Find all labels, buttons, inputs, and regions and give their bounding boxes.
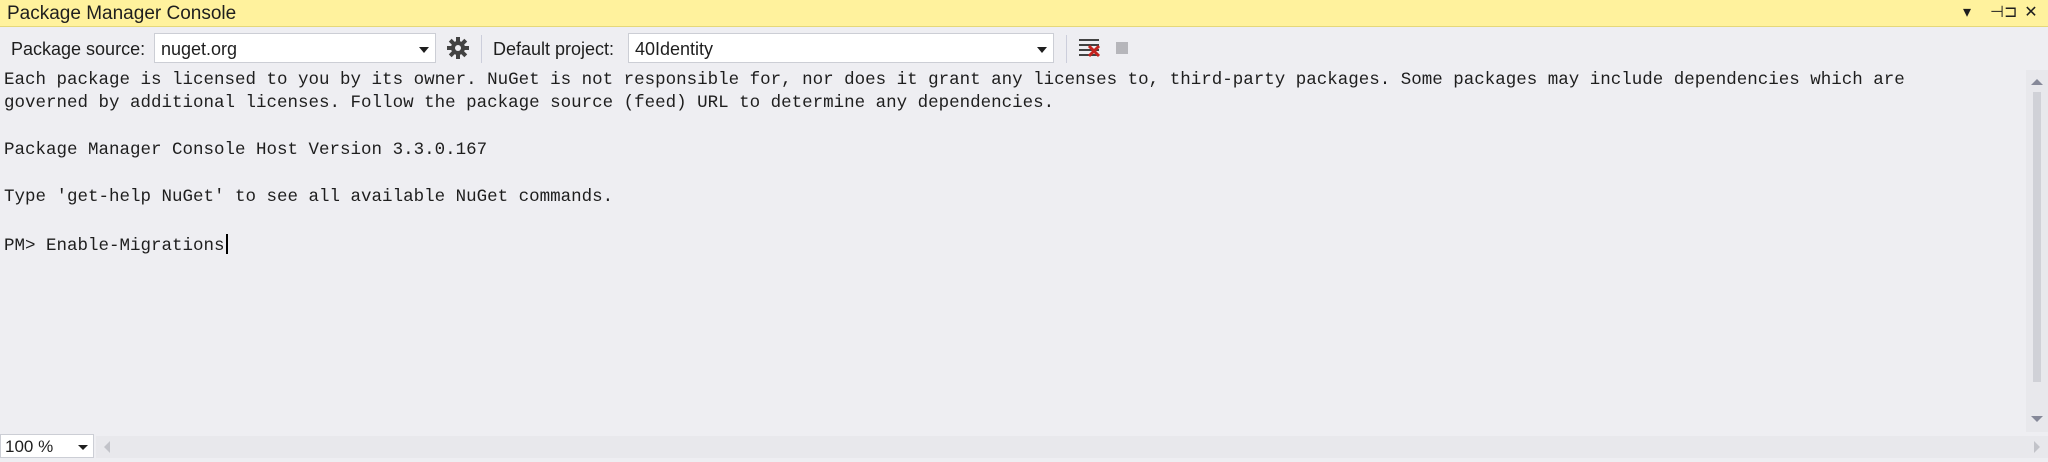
package-source-label: Package source:	[11, 39, 146, 59]
chevron-down-icon	[78, 445, 88, 450]
settings-gear-icon[interactable]	[446, 36, 470, 60]
text-caret	[225, 234, 228, 254]
window-options-dropdown-icon[interactable]: ▾	[1958, 2, 1976, 22]
tool-window-title-bar: Package Manager Console ▾ ⊣⊐ ✕	[0, 0, 2048, 27]
vertical-scrollbar[interactable]	[2026, 70, 2048, 432]
scroll-right-icon[interactable]	[2034, 441, 2040, 453]
package-source-dropdown[interactable]: nuget.org	[154, 33, 436, 63]
console-line: Each package is licensed to you by its o…	[4, 70, 1905, 90]
chevron-down-icon	[1037, 47, 1047, 53]
zoom-value: 100 %	[5, 437, 54, 456]
window-title: Package Manager Console	[7, 3, 237, 24]
default-project-dropdown[interactable]: 40Identity	[628, 33, 1054, 63]
scroll-down-icon[interactable]	[2031, 416, 2043, 422]
console-line: Type 'get-help NuGet' to see all availab…	[4, 187, 614, 207]
console-command: PM> Enable-Migrations	[4, 236, 225, 256]
scroll-up-icon[interactable]	[2031, 79, 2043, 85]
toolbar-separator	[1066, 35, 1067, 63]
clear-console-icon[interactable]	[1077, 36, 1101, 60]
scroll-left-icon[interactable]	[104, 441, 110, 453]
console-line: Package Manager Console Host Version 3.3…	[4, 140, 488, 160]
toolbar-separator	[481, 35, 482, 63]
close-icon[interactable]: ✕	[2022, 2, 2040, 22]
auto-hide-pin-icon[interactable]: ⊣⊐	[1990, 2, 2017, 22]
zoom-dropdown[interactable]: 100 %	[0, 434, 94, 458]
package-source-value: nuget.org	[161, 39, 238, 59]
stop-icon[interactable]	[1116, 42, 1128, 54]
console-output[interactable]: Each package is licensed to you by its o…	[0, 70, 2026, 432]
console-bottom-bar: 100 %	[0, 432, 2048, 462]
console-prompt-line[interactable]: PM> Enable-Migrations	[4, 234, 228, 256]
scrollbar-thumb[interactable]	[2033, 92, 2041, 382]
default-project-label: Default project:	[493, 39, 615, 59]
window-controls: ▾ ⊣⊐ ✕	[1958, 2, 2040, 22]
console-toolbar: Package source: nuget.org Default projec…	[0, 29, 2048, 70]
chevron-down-icon	[419, 47, 429, 53]
console-line: governed by additional licenses. Follow …	[4, 93, 1055, 113]
default-project-value: 40Identity	[635, 39, 714, 59]
horizontal-scrollbar[interactable]	[96, 436, 2048, 458]
